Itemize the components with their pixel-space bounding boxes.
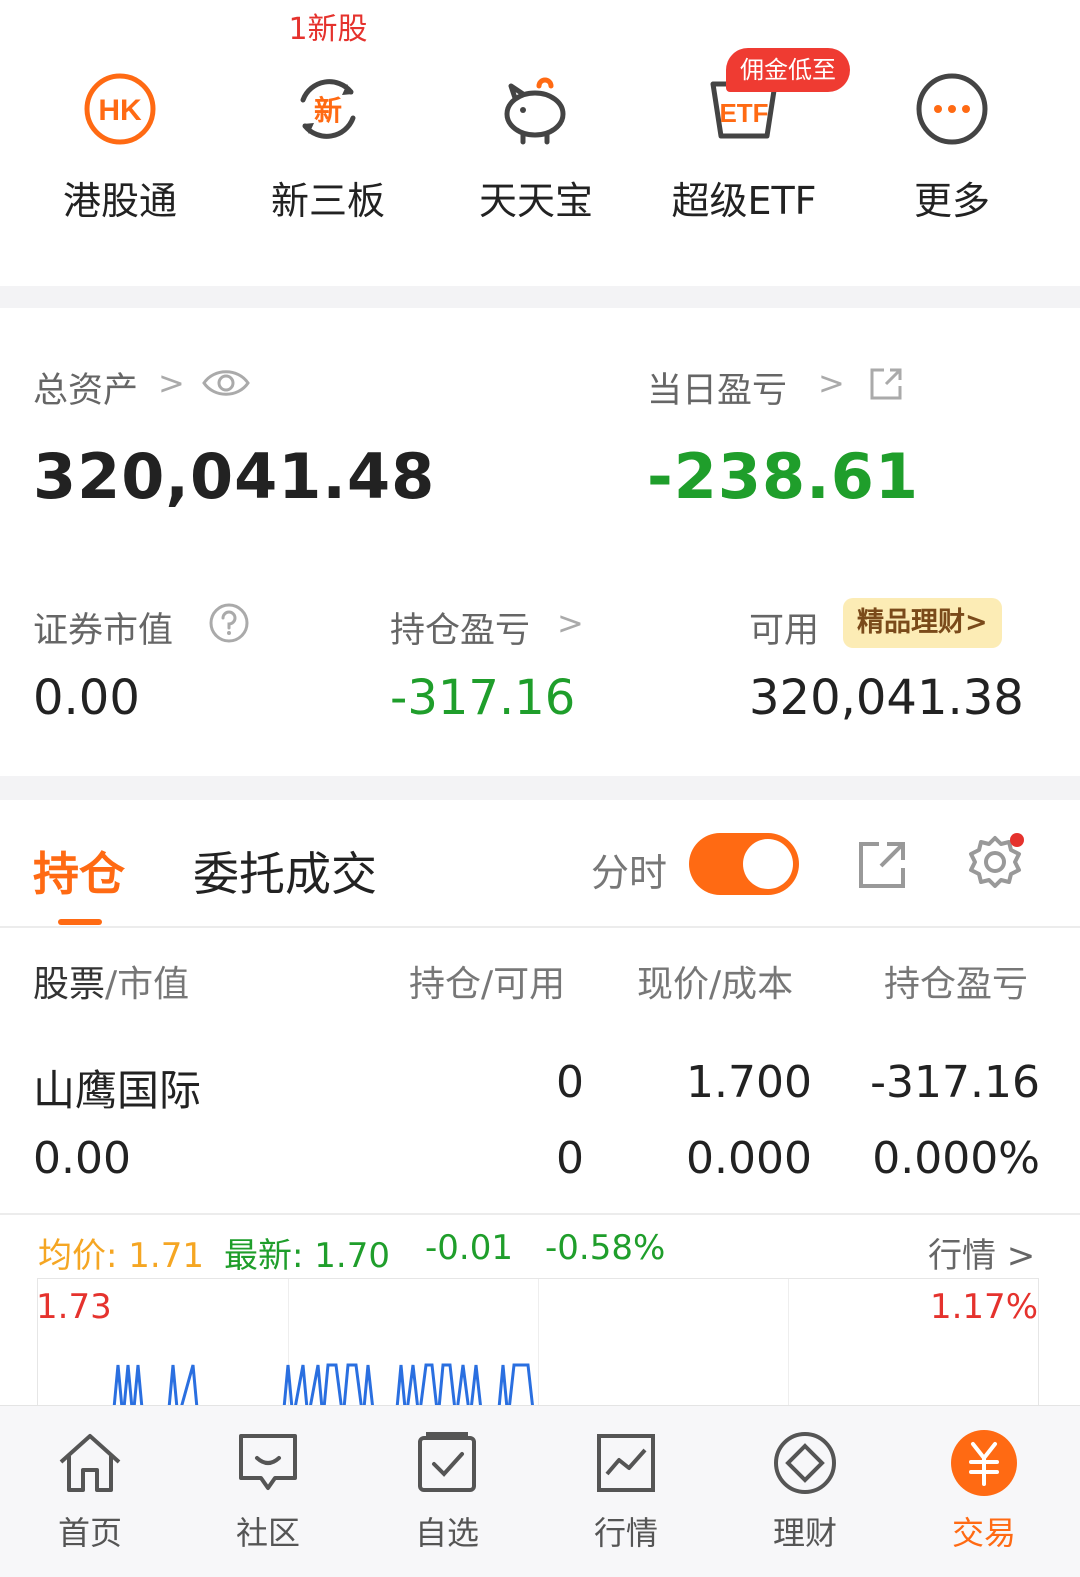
section-divider	[0, 286, 1080, 308]
nav-label: 首页	[57, 1514, 122, 1552]
section-divider	[0, 776, 1080, 800]
price-change-pct: -0.58%	[545, 1228, 666, 1268]
premium-finance-badge[interactable]: 精品理财>	[843, 598, 1002, 648]
total-assets-label[interactable]: 总资产	[33, 362, 138, 413]
new-board-icon: 新	[300, 79, 356, 139]
tab-holdings[interactable]: 持仓	[33, 838, 125, 904]
available-value: 320,041.38	[749, 670, 1024, 726]
market-value: 0.00	[33, 670, 140, 726]
quick-entry-more[interactable]: 更多	[852, 0, 1052, 286]
quick-entry-label: 超级ETF	[671, 179, 817, 223]
hk-icon: HK	[84, 73, 156, 145]
header-market-value: /市值	[105, 964, 190, 1005]
position-pl-value: -317.16	[390, 670, 576, 726]
new-stock-badge: 1新股	[288, 12, 368, 47]
diamond-icon	[774, 1432, 836, 1494]
intraday-line	[111, 1363, 543, 1419]
tabs-divider	[0, 926, 1080, 928]
avg-price: 均价: 1.71	[38, 1228, 204, 1277]
quick-entry-label: 新三板	[270, 179, 385, 223]
timeshare-label: 分时	[591, 851, 668, 895]
latest-price: 最新: 1.70	[224, 1228, 390, 1277]
etf-icon-text: ETF	[719, 98, 768, 128]
hk-icon-text: HK	[98, 94, 142, 127]
stock-market-value: 0.00	[33, 1133, 131, 1184]
bottom-nav: 首页 社区 自选 行情 理财 交易	[0, 1405, 1080, 1577]
settings-gear-icon[interactable]	[963, 832, 1027, 896]
nav-trade[interactable]: 交易	[894, 1406, 1074, 1577]
nav-label: 自选	[414, 1514, 479, 1552]
chart-high-pct: 1.17%	[929, 1287, 1038, 1327]
nav-label: 行情	[593, 1514, 658, 1552]
nav-label: 理财	[772, 1514, 837, 1552]
price-change: -0.01	[425, 1228, 513, 1268]
stock-cost: 0.000	[686, 1133, 812, 1184]
share-icon[interactable]	[866, 364, 906, 404]
daily-pl-label[interactable]: 当日盈亏	[647, 362, 787, 413]
latest-price-value: 1.70	[314, 1236, 390, 1276]
header-stock: 股票/市值	[33, 955, 189, 1007]
avg-price-value: 1.71	[128, 1236, 204, 1276]
commission-promo-badge: 佣金低至	[726, 48, 850, 92]
home-icon	[59, 1434, 121, 1492]
yuan-icon	[951, 1430, 1017, 1496]
avg-price-label: 均价:	[38, 1236, 118, 1276]
piggy-bank-icon	[504, 77, 566, 145]
header-stock-name: 股票	[33, 964, 106, 1005]
toggle-knob	[743, 839, 793, 889]
stock-pl: -317.16	[870, 1057, 1040, 1108]
quick-entry-tiantianbao[interactable]: 天天宝	[436, 0, 636, 286]
header-pl: 持仓盈亏	[884, 964, 1029, 1005]
total-assets-value: 320,041.48	[33, 440, 436, 513]
stock-name: 山鹰国际	[33, 1066, 202, 1115]
more-icon	[916, 73, 988, 145]
active-tab-indicator	[58, 919, 102, 925]
header-position: 持仓/可用	[409, 964, 566, 1005]
chat-icon	[239, 1434, 297, 1490]
quick-entry-label: 天天宝	[478, 179, 593, 223]
timeshare-toggle[interactable]	[689, 833, 799, 895]
position-pl-label[interactable]: 持仓盈亏	[390, 602, 530, 653]
help-icon[interactable]	[208, 602, 250, 644]
quick-entry-label: 港股通	[62, 179, 177, 223]
chevron-right-icon: >	[557, 604, 584, 642]
nav-watchlist[interactable]: 自选	[357, 1406, 537, 1577]
quick-entry-hk-connect[interactable]: HK 港股通	[20, 0, 220, 286]
market-link[interactable]: 行情 >	[928, 1228, 1035, 1277]
nav-label: 交易	[951, 1514, 1016, 1552]
market-value-label: 证券市值	[33, 611, 174, 651]
chevron-right-icon: >	[158, 364, 185, 402]
watchlist-icon	[418, 1432, 476, 1492]
available-label: 可用	[749, 611, 820, 651]
daily-pl-value: -238.61	[647, 440, 919, 513]
quick-entry-new-third-board[interactable]: 1新股 新 新三板	[228, 0, 428, 286]
chart-high-price: 1.73	[36, 1287, 112, 1327]
quick-entry-super-etf[interactable]: ETF 超级ETF	[644, 0, 844, 286]
latest-price-label: 最新:	[224, 1236, 304, 1276]
stock-position: 0	[556, 1057, 584, 1108]
stock-pl-pct: 0.000%	[872, 1133, 1040, 1184]
nav-market[interactable]: 行情	[536, 1406, 716, 1577]
share-icon[interactable]	[855, 838, 909, 892]
quick-entry-bar: HK 港股通 1新股 新 新三板 天天宝 ETF 超级ETF 更多 佣金低至	[0, 0, 1080, 286]
header-price: 现价/成本	[637, 964, 794, 1005]
stock-available: 0	[556, 1133, 584, 1184]
market-chart-icon	[597, 1434, 655, 1492]
stock-price: 1.700	[686, 1057, 812, 1108]
quick-entry-label: 更多	[913, 179, 990, 223]
row-divider	[0, 1213, 1080, 1215]
nav-community[interactable]: 社区	[178, 1406, 358, 1577]
nav-wealth[interactable]: 理财	[715, 1406, 895, 1577]
nav-label: 社区	[235, 1514, 300, 1552]
intraday-mini-chart[interactable]: 1.73 1.17%	[36, 1278, 1039, 1419]
new-board-icon-text: 新	[314, 94, 342, 127]
chevron-right-icon: >	[818, 364, 845, 402]
eye-icon[interactable]	[202, 364, 250, 402]
tab-orders[interactable]: 委托成交	[193, 838, 377, 904]
nav-home[interactable]: 首页	[0, 1406, 180, 1577]
